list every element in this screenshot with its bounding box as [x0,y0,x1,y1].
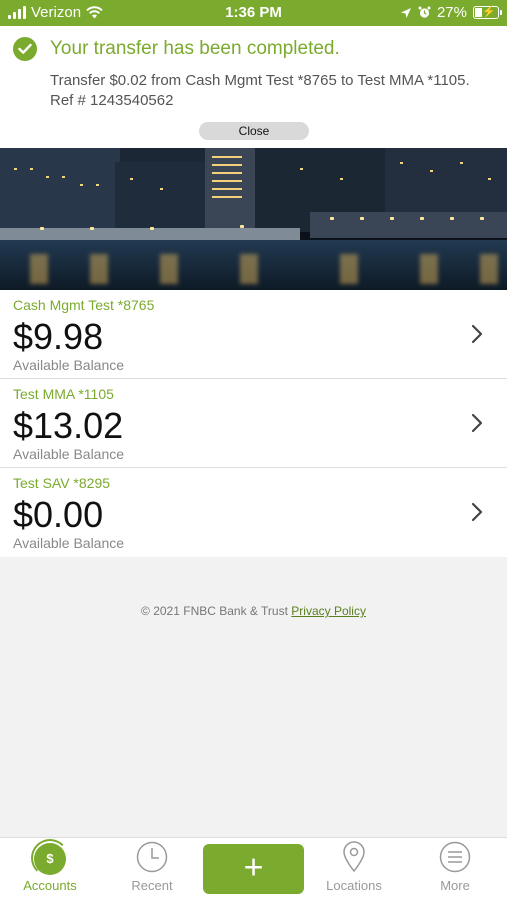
tab-label: More [440,878,470,893]
alarm-clock-icon [418,6,431,18]
account-balance-label: Available Balance [13,446,125,462]
clock-icon [136,841,168,873]
transfer-complete-banner: Your transfer has been completed. Transf… [0,26,507,148]
map-pin-icon [343,841,365,873]
add-action-button[interactable]: + [203,844,304,894]
account-row-test-mma[interactable]: Test MMA *1105 $13.02 Available Balance [0,379,507,468]
copyright-text: © 2021 FNBC Bank & Trust [141,604,288,618]
account-balance: $0.00 [13,494,104,535]
account-name: Test SAV *8295 [13,475,111,491]
status-left: Verizon [8,4,103,21]
plus-icon: + [243,848,264,887]
tab-accounts[interactable]: $ Accounts [0,838,100,900]
bottom-tab-bar: $ Accounts Recent + Locations More [0,837,507,900]
chevron-right-icon [471,413,483,433]
wifi-icon [86,6,103,19]
tab-more[interactable]: More [405,838,505,900]
dollar-icon: $ [34,843,66,875]
close-button[interactable]: Close [199,122,309,140]
checkmark-icon [13,37,37,61]
banner-message: Transfer $0.02 from Cash Mgmt Test *8765… [50,72,470,109]
account-balance: $13.02 [13,405,124,446]
tab-label: Accounts [23,878,77,893]
cellular-signal-icon [8,6,26,19]
hero-image-city-night [0,148,507,290]
accounts-list: Cash Mgmt Test *8765 $9.98 Available Bal… [0,290,507,557]
privacy-policy-link[interactable]: Privacy Policy [291,604,366,618]
chevron-right-icon [471,502,483,522]
battery-percent: 27% [436,4,467,21]
menu-icon [439,841,471,873]
account-balance: $9.98 [13,316,104,357]
account-row-cash-mgmt[interactable]: Cash Mgmt Test *8765 $9.98 Available Bal… [0,290,507,379]
account-name: Test MMA *1105 [13,386,114,402]
battery-icon: ⚡ [473,6,502,19]
account-name: Cash Mgmt Test *8765 [13,297,155,313]
status-bar: Verizon 1:36 PM 27% ⚡ [0,0,507,26]
footer: © 2021 FNBC Bank & Trust Privacy Policy [0,604,507,618]
tab-locations[interactable]: Locations [304,838,404,900]
status-right: 27% ⚡ [400,4,502,21]
account-row-test-sav[interactable]: Test SAV *8295 $0.00 Available Balance [0,468,507,557]
location-arrow-icon [400,7,411,18]
account-balance-label: Available Balance [13,535,125,551]
chevron-right-icon [471,324,483,344]
banner-title: Your transfer has been completed. [50,38,340,59]
carrier-label: Verizon [31,4,82,21]
tab-label: Recent [131,878,173,893]
tab-label: Locations [326,878,382,893]
tab-recent[interactable]: Recent [102,838,202,900]
account-balance-label: Available Balance [13,357,125,373]
